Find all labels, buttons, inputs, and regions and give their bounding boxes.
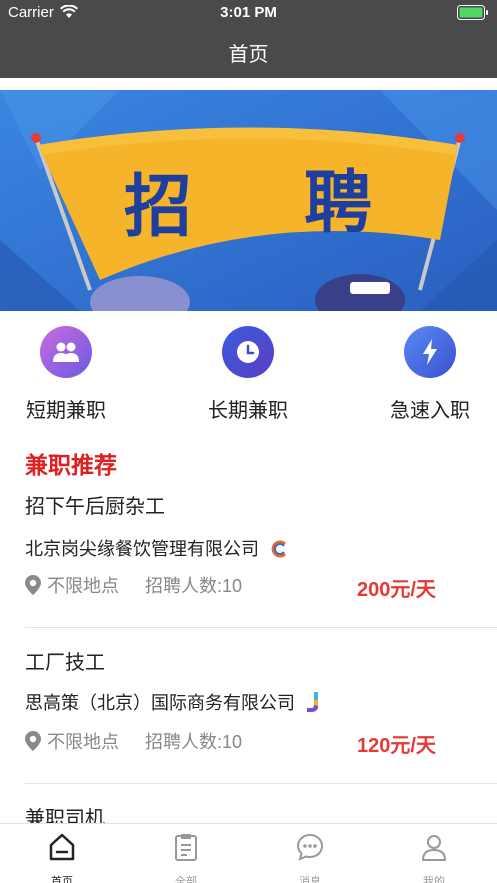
- location-pin-icon: [25, 575, 41, 595]
- job-location: 不限地点: [47, 732, 119, 752]
- job-title: 兼职司机: [25, 808, 105, 823]
- category-label: 急速入职: [390, 400, 470, 422]
- home-icon: [49, 833, 75, 861]
- company-name-text: 北京岗尖缘餐饮管理有限公司: [25, 539, 259, 559]
- banner-illustration: 招 聘: [0, 90, 497, 311]
- category-long-term[interactable]: 长期兼职: [178, 326, 318, 423]
- divider: [25, 627, 497, 628]
- category-label: 长期兼职: [208, 400, 288, 422]
- page-title: 首页: [228, 44, 269, 66]
- tab-label: 我的: [423, 876, 445, 883]
- company-name: 思高策（北京）国际商务有限公司: [25, 689, 322, 715]
- banner-char-left: 招: [124, 168, 192, 247]
- job-card[interactable]: 工厂技工 思高策（北京）国际商务有限公司 不限地点 招聘人数:10 120元/天: [0, 642, 497, 784]
- company-name-text: 思高策（北京）国际商务有限公司: [25, 693, 295, 713]
- clock-icon: [222, 326, 274, 378]
- lightning-icon: [404, 326, 456, 378]
- job-salary: 120元/天: [357, 735, 436, 757]
- profile-icon: [422, 835, 446, 861]
- job-location: 不限地点: [47, 576, 119, 596]
- job-meta: 不限地点 招聘人数:10: [25, 728, 242, 754]
- header-gap: [0, 78, 497, 90]
- message-icon: [296, 833, 324, 861]
- job-title: 招下午后厨杂工: [25, 496, 165, 518]
- clipboard-icon: [175, 834, 197, 861]
- tab-home[interactable]: 首页: [22, 832, 102, 883]
- job-headcount: 招聘人数:10: [145, 576, 243, 596]
- section-title-recommended: 兼职推荐: [25, 452, 117, 478]
- tab-profile[interactable]: 我的: [394, 832, 474, 883]
- tab-label: 首页: [51, 876, 73, 883]
- tab-label: 消息: [299, 876, 321, 883]
- tab-all[interactable]: 全部: [146, 832, 226, 883]
- people-icon: [40, 326, 92, 378]
- banner-char-right: 聘: [304, 164, 372, 243]
- tab-label: 全部: [175, 876, 197, 883]
- status-bar: Carrier 3:01 PM: [0, 0, 497, 26]
- battery-icon: [457, 5, 488, 20]
- navigation-bar: 首页: [0, 26, 497, 78]
- company-logo-icon: [271, 540, 287, 558]
- job-meta: 不限地点 招聘人数:10: [25, 572, 242, 598]
- tab-bar: 首页 全部 消息 我的: [0, 823, 497, 883]
- recruitment-banner[interactable]: 招 聘: [0, 90, 497, 311]
- category-label: 短期兼职: [26, 400, 106, 422]
- job-card[interactable]: 兼职司机: [0, 798, 497, 823]
- job-card[interactable]: 招下午后厨杂工 北京岗尖缘餐饮管理有限公司 不限地点 招聘人数:10 200元/…: [0, 486, 497, 628]
- company-name: 北京岗尖缘餐饮管理有限公司: [25, 535, 288, 561]
- company-logo-icon: [307, 692, 319, 712]
- job-salary: 200元/天: [357, 579, 436, 601]
- clock-time: 3:01 PM: [220, 4, 277, 21]
- divider: [25, 783, 497, 784]
- category-short-term[interactable]: 短期兼职: [0, 326, 136, 423]
- job-title: 工厂技工: [25, 652, 105, 674]
- category-quick-hire[interactable]: 急速入职: [360, 326, 497, 423]
- location-pin-icon: [25, 731, 41, 751]
- tab-messages[interactable]: 消息: [270, 832, 350, 883]
- job-headcount: 招聘人数:10: [145, 732, 243, 752]
